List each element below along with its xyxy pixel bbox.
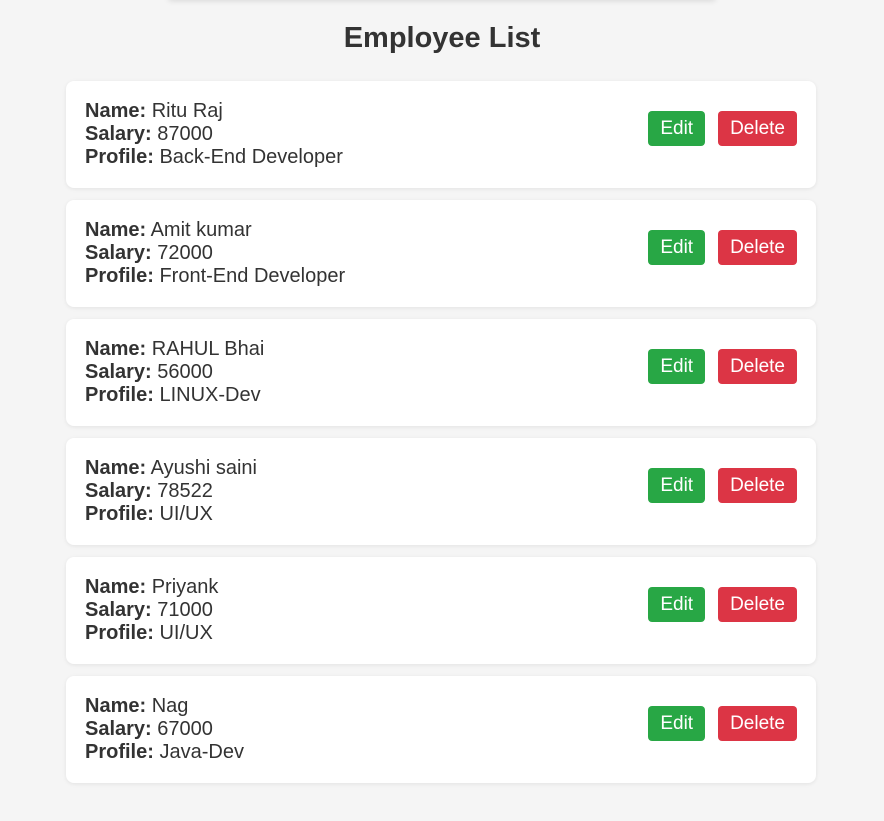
delete-button[interactable]: Delete	[718, 706, 797, 741]
employee-name: Nag	[151, 695, 189, 717]
edit-button[interactable]: Edit	[648, 706, 706, 741]
employee-salary: 78522	[157, 480, 213, 502]
delete-button[interactable]: Delete	[718, 349, 797, 384]
employee-profile-row: Profile: Java-Dev	[85, 741, 797, 764]
delete-button[interactable]: Delete	[718, 587, 797, 622]
salary-label: Salary:	[85, 599, 152, 621]
salary-label: Salary:	[85, 361, 152, 383]
employee-profile: Front-End Developer	[159, 265, 346, 287]
employee-profile-row: Profile: UI/UX	[85, 503, 797, 526]
employee-card: Name: Ayushi saini Salary: 78522 Profile…	[66, 438, 816, 545]
card-actions: Edit Delete	[648, 230, 797, 265]
name-label: Name:	[85, 695, 147, 717]
edit-button[interactable]: Edit	[648, 230, 706, 265]
employee-name: Ayushi saini	[150, 457, 257, 479]
employee-salary: 56000	[157, 361, 213, 383]
employee-profile: UI/UX	[159, 503, 213, 525]
salary-label: Salary:	[85, 123, 152, 145]
page-title: Employee List	[343, 22, 541, 54]
employee-name: Ritu Raj	[151, 100, 223, 122]
salary-label: Salary:	[85, 242, 152, 264]
employee-profile: Back-End Developer	[159, 146, 343, 168]
employee-profile: UI/UX	[159, 622, 213, 644]
card-actions: Edit Delete	[648, 706, 797, 741]
card-actions: Edit Delete	[648, 349, 797, 384]
delete-button[interactable]: Delete	[718, 230, 797, 265]
card-actions: Edit Delete	[648, 111, 797, 146]
profile-label: Profile:	[85, 146, 154, 168]
profile-label: Profile:	[85, 622, 154, 644]
employee-card: Name: Nag Salary: 67000 Profile: Java-De…	[66, 676, 816, 783]
employee-salary: 71000	[157, 599, 213, 621]
edit-button[interactable]: Edit	[648, 111, 706, 146]
edit-button[interactable]: Edit	[648, 468, 706, 503]
employee-name: Amit kumar	[150, 219, 252, 241]
employee-profile-row: Profile: UI/UX	[85, 622, 797, 645]
edit-button[interactable]: Edit	[648, 349, 706, 384]
name-label: Name:	[85, 219, 147, 241]
salary-label: Salary:	[85, 480, 152, 502]
employee-salary: 72000	[157, 242, 213, 264]
salary-label: Salary:	[85, 718, 152, 740]
employee-card: Name: RAHUL Bhai Salary: 56000 Profile: …	[66, 319, 816, 426]
profile-label: Profile:	[85, 384, 154, 406]
employee-card: Name: Ritu Raj Salary: 87000 Profile: Ba…	[66, 81, 816, 188]
employee-profile-row: Profile: Back-End Developer	[85, 146, 797, 169]
employee-name: Priyank	[151, 576, 219, 598]
name-label: Name:	[85, 100, 147, 122]
card-actions: Edit Delete	[648, 587, 797, 622]
profile-label: Profile:	[85, 265, 154, 287]
employee-salary: 67000	[157, 718, 213, 740]
profile-label: Profile:	[85, 741, 154, 763]
profile-label: Profile:	[85, 503, 154, 525]
delete-button[interactable]: Delete	[718, 468, 797, 503]
employee-profile: LINUX-Dev	[159, 384, 261, 406]
name-label: Name:	[85, 576, 147, 598]
employee-salary: 87000	[157, 123, 213, 145]
employee-profile-row: Profile: LINUX-Dev	[85, 384, 797, 407]
edit-button[interactable]: Edit	[648, 587, 706, 622]
employee-list: Name: Ritu Raj Salary: 87000 Profile: Ba…	[66, 81, 816, 795]
employee-card: Name: Amit kumar Salary: 72000 Profile: …	[66, 200, 816, 307]
employee-card: Name: Priyank Salary: 71000 Profile: UI/…	[66, 557, 816, 664]
name-label: Name:	[85, 457, 147, 479]
employee-profile-row: Profile: Front-End Developer	[85, 265, 797, 288]
card-actions: Edit Delete	[648, 468, 797, 503]
name-label: Name:	[85, 338, 147, 360]
employee-name: RAHUL Bhai	[151, 338, 265, 360]
employee-profile: Java-Dev	[159, 741, 244, 763]
delete-button[interactable]: Delete	[718, 111, 797, 146]
